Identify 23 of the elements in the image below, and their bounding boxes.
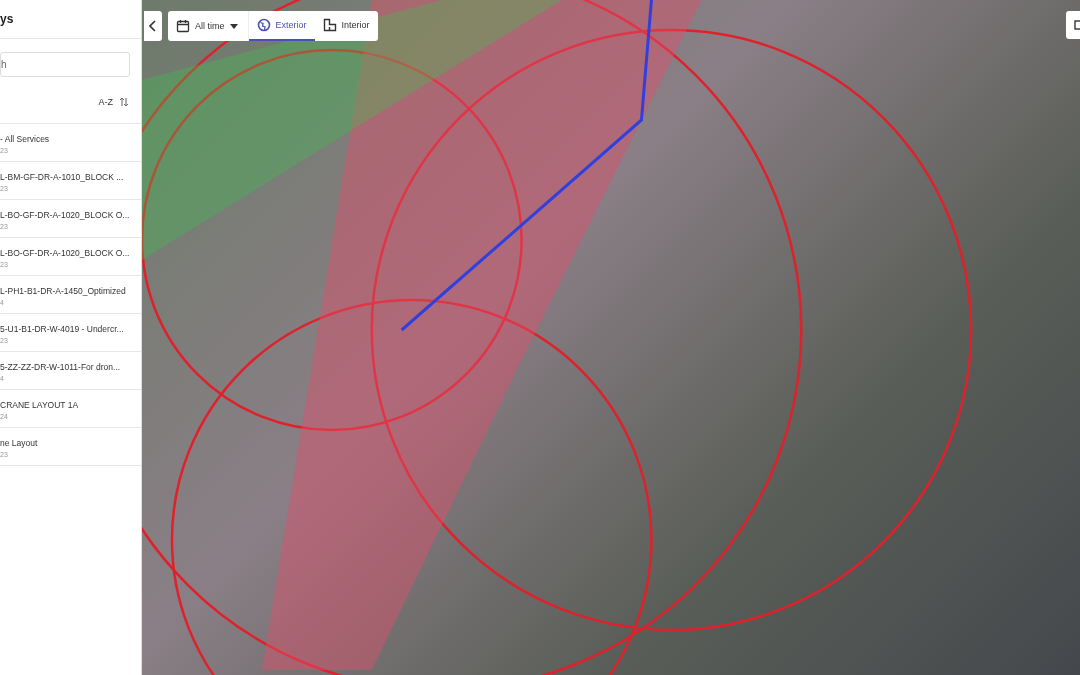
- caret-down-icon: [229, 23, 238, 29]
- search-field[interactable]: h: [0, 52, 130, 77]
- layer-name: L-BO-GF-DR-A-1020_BLOCK O...: [0, 209, 131, 220]
- layer-name: 5-ZZ-ZZ-DR-W-1011-For dron...: [0, 361, 122, 372]
- panel-title: ys: [0, 12, 14, 26]
- layer-name: CRANE LAYOUT 1A: [0, 399, 80, 410]
- chevron-left-icon: [149, 20, 157, 32]
- date-filter-dropdown[interactable]: All time: [168, 11, 249, 41]
- calendar-icon: [176, 19, 190, 33]
- layer-name: L-BM-GF-DR-A-1010_BLOCK ...: [0, 171, 125, 182]
- floor-plan-icon: [322, 18, 337, 32]
- collapse-panel-button[interactable]: [144, 11, 162, 41]
- layer-name: ne Layout: [0, 437, 39, 448]
- globe-icon: [256, 18, 271, 32]
- layer-name: - All Services: [0, 133, 51, 144]
- view-tab[interactable]: Exterior: [248, 11, 315, 41]
- view-tab[interactable]: Interior: [314, 11, 378, 41]
- aerial-map-photo[interactable]: All time Exterior Interior: [142, 0, 1080, 675]
- sort-button[interactable]: A-Z: [98, 97, 129, 109]
- layer-name: L-PH1-B1-DR-A-1450_Optimized: [0, 285, 127, 296]
- layer-name: 5-U1-B1-DR-W-4019 - Undercr...: [0, 323, 125, 334]
- layer-name: L-BO-GF-DR-A-1020_BLOCK O...: [0, 247, 131, 258]
- sort-icon: [119, 97, 129, 107]
